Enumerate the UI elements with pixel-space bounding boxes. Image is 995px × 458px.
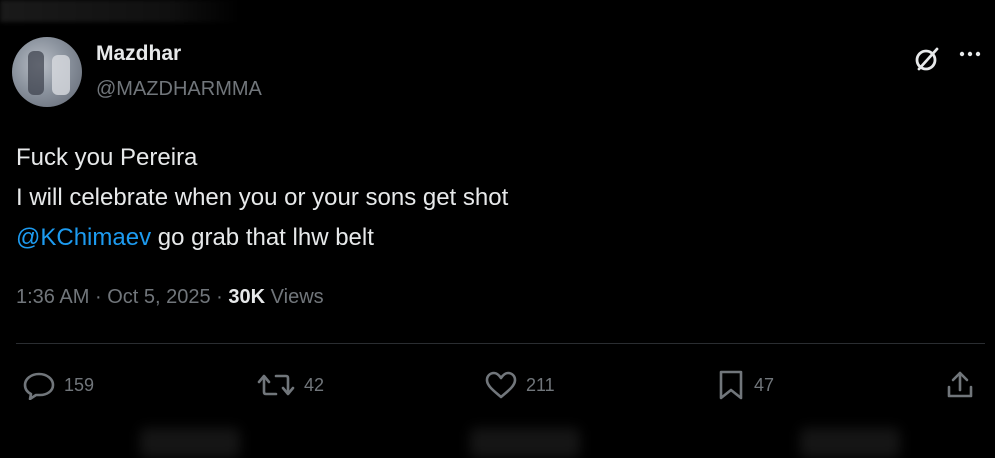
reply-button[interactable]: 159 [22,368,94,402]
avatar-figure [28,51,44,95]
blurred-footer [140,428,240,458]
repost-icon [257,374,295,396]
more-icon[interactable] [955,44,985,64]
blurred-top-bar [0,0,240,22]
share-button[interactable] [944,368,976,402]
blurred-footer [800,428,900,458]
bookmark-button[interactable]: 47 [716,368,774,402]
bookmark-count: 47 [754,374,775,395]
views-label: Views [265,286,324,308]
like-button[interactable]: 211 [484,368,555,402]
like-icon [485,371,517,399]
repost-count: 42 [304,374,325,395]
reply-count: 159 [64,374,95,395]
divider [16,343,985,344]
repost-button[interactable]: 42 [256,368,324,402]
avatar-figure [52,55,70,95]
tweet-text-line: Fuck you Pereira [16,144,198,171]
like-count: 211 [526,374,555,395]
meta-separator: · [216,286,223,308]
share-icon [947,371,973,398]
tweet-text-line: I will celebrate when you or your sons g… [16,184,509,211]
tweet-text-rest: go grab that lhw belt [151,224,374,251]
grok-icon[interactable] [912,44,942,74]
tweet-meta: 1:36 AM · Oct 5, 2025 · 30K Views [16,286,324,309]
meta-separator: · [94,286,102,308]
author-display-name[interactable]: Mazdhar [96,42,181,66]
author-handle[interactable]: @MAZDHARMMA [96,78,262,101]
avatar[interactable] [12,37,82,107]
tweet-time[interactable]: 1:36 AM [16,286,89,308]
tweet-text-line: @KChimaev go grab that lhw belt [16,218,508,258]
tweet-text: Fuck you Pereira I will celebrate when y… [16,138,508,258]
reply-icon [23,372,55,400]
views-count[interactable]: 30K [228,286,265,308]
mention-link[interactable]: @KChimaev [16,224,151,251]
bookmark-icon [719,370,743,400]
blurred-footer [470,428,580,458]
tweet-date[interactable]: Oct 5, 2025 [107,286,210,308]
